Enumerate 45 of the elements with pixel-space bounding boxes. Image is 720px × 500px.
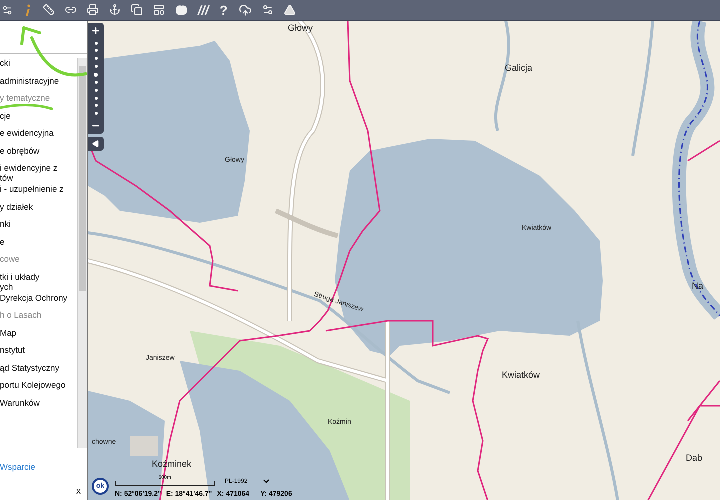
map-label: Galicja: [505, 63, 533, 73]
layer-item[interactable]: portu Kolejowego: [0, 380, 77, 398]
layer-item[interactable]: nstytut: [0, 345, 77, 362]
layer-item[interactable]: Dyrekcja Ochrony: [0, 292, 77, 310]
zoom-level-dot[interactable]: [94, 49, 98, 52]
layer-group-label[interactable]: h o Lasach: [0, 310, 77, 328]
hatch-button[interactable]: ///: [196, 1, 211, 19]
layer-item[interactable]: tki i układy ych: [0, 272, 77, 292]
layer-item[interactable]: e ewidencyjna: [0, 128, 77, 146]
zoom-level-dot[interactable]: [94, 104, 98, 108]
map-label: Dab: [686, 453, 703, 463]
layer-group-label[interactable]: cowe: [0, 254, 77, 272]
layer-item[interactable]: cki: [0, 58, 77, 76]
zoom-level-dot[interactable]: [94, 112, 98, 116]
layer-item[interactable]: Map: [0, 328, 77, 345]
chevron-down-icon: [262, 477, 271, 486]
zoom-level-dot[interactable]: [94, 57, 98, 60]
map-label: Kwiatków: [502, 370, 540, 380]
layer-item[interactable]: e: [0, 236, 77, 254]
zoom-level-dot[interactable]: [94, 42, 98, 45]
zoom-in-button[interactable]: [91, 25, 101, 37]
zoom-level-dot[interactable]: [94, 96, 98, 100]
zoom-level-dot[interactable]: [94, 72, 98, 77]
plus-icon: [91, 26, 101, 36]
support-link[interactable]: Wsparcie: [0, 462, 85, 472]
map-label: Głowy: [288, 23, 314, 33]
collapse-panel-button[interactable]: [88, 137, 104, 151]
layer-item[interactable]: y działek: [0, 202, 77, 219]
layer-group-label[interactable]: y tematyczne: [0, 93, 77, 110]
annotation-underline: [0, 104, 54, 110]
scrollbar[interactable]: [77, 58, 87, 448]
help-button[interactable]: ?: [216, 1, 231, 19]
layer-item[interactable]: cje: [0, 110, 77, 128]
layer-item[interactable]: ąd Statystyczny: [0, 362, 77, 380]
layer-item[interactable]: i - uzupełnienie z: [0, 184, 77, 202]
zoom-level-dot[interactable]: [94, 89, 98, 92]
triangle-left-icon: [92, 140, 100, 148]
zoom-level-dot[interactable]: [94, 64, 98, 68]
layer-item[interactable]: Warunków: [0, 398, 77, 415]
close-button[interactable]: x: [72, 486, 85, 496]
layer-item[interactable]: e obrębów: [0, 146, 77, 163]
zoom-level-dot[interactable]: [94, 81, 98, 84]
layer-item[interactable]: administracyjne: [0, 76, 77, 93]
layer-item[interactable]: nki: [0, 219, 77, 236]
annotation-arrow: [20, 26, 88, 77]
